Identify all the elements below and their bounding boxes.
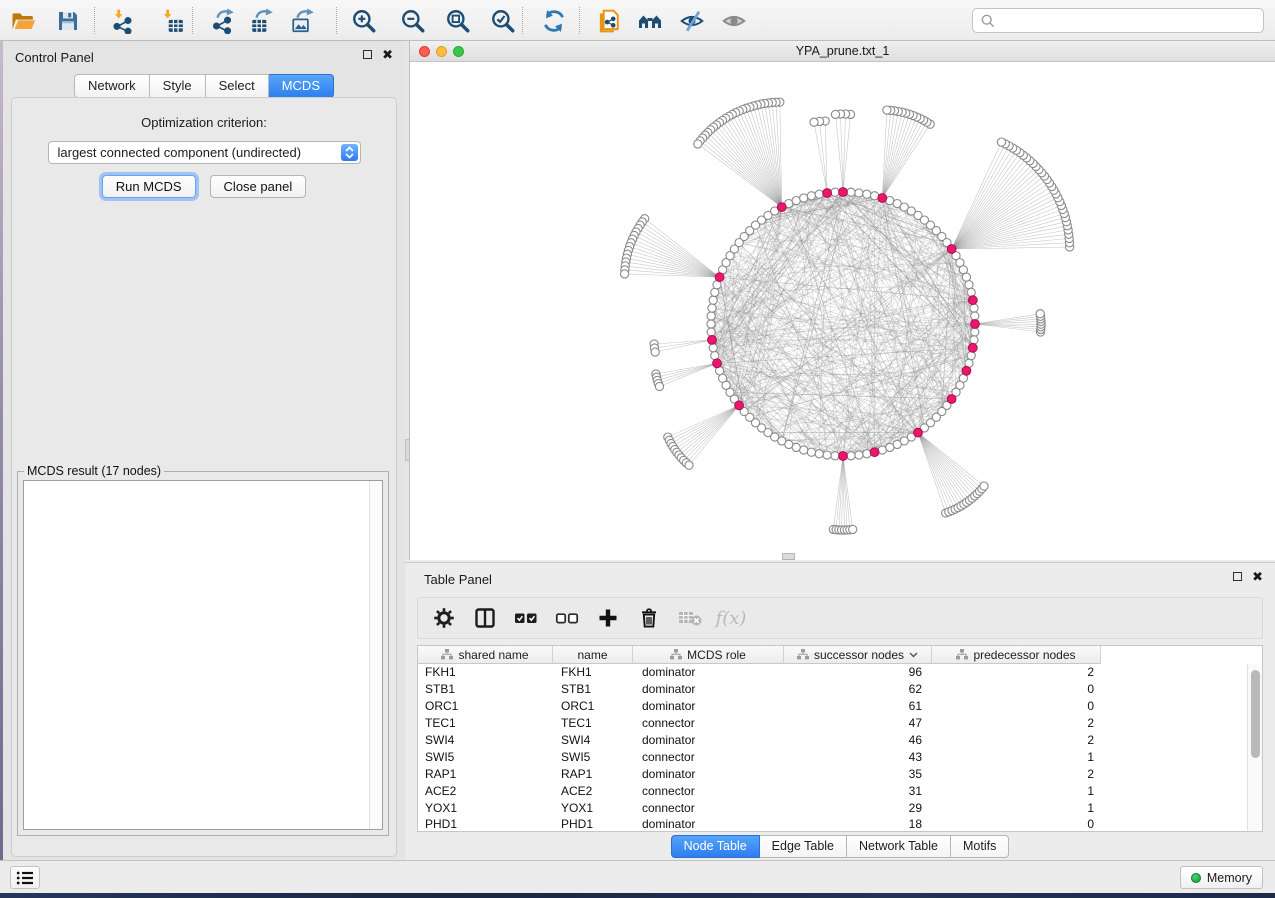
import-network-icon[interactable] [105, 3, 141, 38]
settings-gear-icon[interactable] [431, 605, 457, 631]
task-history-button[interactable] [10, 866, 40, 889]
column-header[interactable]: name [553, 646, 633, 664]
close-table-panel-icon[interactable]: ✖ [1252, 572, 1263, 581]
delete-column-icon[interactable] [636, 605, 662, 631]
network-window: YPA_prune.txt_1 [410, 41, 1275, 560]
mcds-result-group: MCDS result (17 nodes) [17, 464, 389, 836]
memory-label: Memory [1207, 871, 1252, 885]
table-row[interactable]: YOX1 YOX1 connector 29 1 [418, 799, 1247, 816]
control-panel-tab[interactable]: Style [150, 74, 206, 98]
search-icon [980, 13, 996, 29]
main-toolbar [0, 0, 1275, 41]
mcds-result-list [23, 480, 383, 830]
show-column-panel-icon[interactable] [472, 605, 498, 631]
delete-table-icon [677, 605, 703, 631]
column-header[interactable]: MCDS role [633, 646, 784, 664]
save-session-icon[interactable] [50, 3, 86, 38]
float-table-panel-icon[interactable] [1233, 572, 1242, 581]
table-panel: Table Panel ✖ [405, 562, 1275, 860]
table-row[interactable]: ORC1 ORC1 dominator 61 0 [418, 698, 1247, 715]
mcds-result-title: MCDS result (17 nodes) [24, 464, 164, 478]
memory-button[interactable]: Memory [1180, 866, 1263, 889]
close-panel-icon[interactable]: ✖ [382, 50, 393, 59]
table-row[interactable]: SWI5 SWI5 connector 43 1 [418, 748, 1247, 765]
show-all-icon[interactable] [716, 3, 752, 38]
table-panel-title: Table Panel [424, 572, 492, 587]
search-box[interactable] [972, 8, 1264, 33]
table-row[interactable]: STB1 STB1 dominator 62 0 [418, 681, 1247, 698]
list-scrollbar[interactable] [369, 481, 382, 829]
table-toolbar: f(x) [417, 597, 1263, 639]
mcds-panel: Optimization criterion: largest connecte… [11, 97, 397, 857]
attribute-type-icon [797, 649, 809, 660]
table-body: FKH1 FKH1 dominator 96 2 STB1 STB1 domin… [418, 664, 1247, 831]
table-tab[interactable]: Edge Table [760, 835, 847, 858]
table-tab[interactable]: Node Table [671, 835, 760, 858]
memory-status-icon [1191, 873, 1201, 883]
column-header[interactable]: predecessor nodes [932, 646, 1101, 664]
criterion-value: largest connected component (undirected) [58, 145, 302, 160]
column-header[interactable]: successor nodes [784, 646, 932, 664]
scrollbar-thumb[interactable] [1251, 670, 1260, 758]
search-network-icon[interactable] [632, 3, 668, 38]
hide-selected-icon[interactable] [674, 3, 710, 38]
table-tab[interactable]: Motifs [951, 835, 1009, 858]
search-input[interactable] [1000, 14, 1263, 28]
network-canvas[interactable] [410, 62, 1275, 560]
select-all-icon[interactable] [513, 605, 539, 631]
deselect-all-icon[interactable] [554, 605, 580, 631]
table-scrollbar[interactable] [1247, 664, 1262, 831]
control-panel-tabs: NetworkStyleSelectMCDS [3, 74, 405, 98]
control-panel-tab[interactable]: MCDS [269, 74, 334, 98]
function-builder-icon: f(x) [718, 605, 744, 631]
list-icon [16, 870, 34, 886]
status-bar: Memory [0, 860, 1275, 893]
dropdown-stepper-icon [341, 144, 358, 161]
table-row[interactable]: TEC1 TEC1 connector 47 2 [418, 715, 1247, 732]
export-table-icon[interactable] [244, 3, 280, 38]
open-file-icon[interactable] [5, 3, 41, 38]
export-network-icon[interactable] [205, 3, 241, 38]
refresh-icon[interactable] [536, 3, 572, 38]
close-panel-button[interactable]: Close panel [210, 175, 307, 198]
export-image-icon[interactable] [285, 3, 321, 38]
zoom-out-icon[interactable] [395, 3, 431, 38]
sort-descending-icon [909, 652, 918, 658]
zoom-in-icon[interactable] [346, 3, 382, 38]
table-row[interactable]: RAP1 RAP1 dominator 35 2 [418, 765, 1247, 782]
network-titlebar: YPA_prune.txt_1 [410, 41, 1275, 62]
import-table-icon[interactable] [154, 3, 190, 38]
table-row[interactable]: ACE2 ACE2 connector 31 1 [418, 782, 1247, 799]
attribute-type-icon [956, 649, 968, 660]
table-tabs: Node TableEdge TableNetwork TableMotifs [405, 835, 1275, 858]
attribute-type-icon [670, 649, 682, 660]
share-document-icon[interactable] [590, 3, 626, 38]
desktop-edge-bottom [0, 893, 1275, 898]
table-tab[interactable]: Network Table [847, 835, 951, 858]
float-panel-icon[interactable] [363, 50, 372, 59]
zoom-selected-icon[interactable] [485, 3, 521, 38]
table-row[interactable]: SWI4 SWI4 dominator 46 2 [418, 732, 1247, 749]
node-table: shared name name MCDS role successor nod… [417, 645, 1263, 832]
control-panel-title: Control Panel [15, 50, 94, 65]
horizontal-splitter-grip[interactable] [782, 553, 795, 560]
control-panel-tab[interactable]: Select [206, 74, 269, 98]
run-mcds-button[interactable]: Run MCDS [102, 175, 196, 198]
criterion-dropdown[interactable]: largest connected component (undirected) [48, 141, 361, 164]
table-header: shared name name MCDS role successor nod… [418, 646, 1101, 664]
column-header[interactable]: shared name [418, 646, 553, 664]
network-title: YPA_prune.txt_1 [410, 44, 1275, 58]
optimization-criterion-label: Optimization criterion: [12, 115, 396, 130]
attribute-type-icon [441, 649, 453, 660]
add-column-icon[interactable] [595, 605, 621, 631]
network-graph [410, 62, 1275, 560]
table-row[interactable]: PHD1 PHD1 dominator 18 0 [418, 816, 1247, 833]
right-region: YPA_prune.txt_1 Table Panel ✖ [405, 41, 1275, 860]
zoom-fit-icon[interactable] [440, 3, 476, 38]
control-panel-tab[interactable]: Network [74, 74, 150, 98]
control-panel: Control Panel ✖ NetworkStyleSelectMCDS O… [3, 41, 405, 860]
table-row[interactable]: FKH1 FKH1 dominator 96 2 [418, 664, 1247, 681]
